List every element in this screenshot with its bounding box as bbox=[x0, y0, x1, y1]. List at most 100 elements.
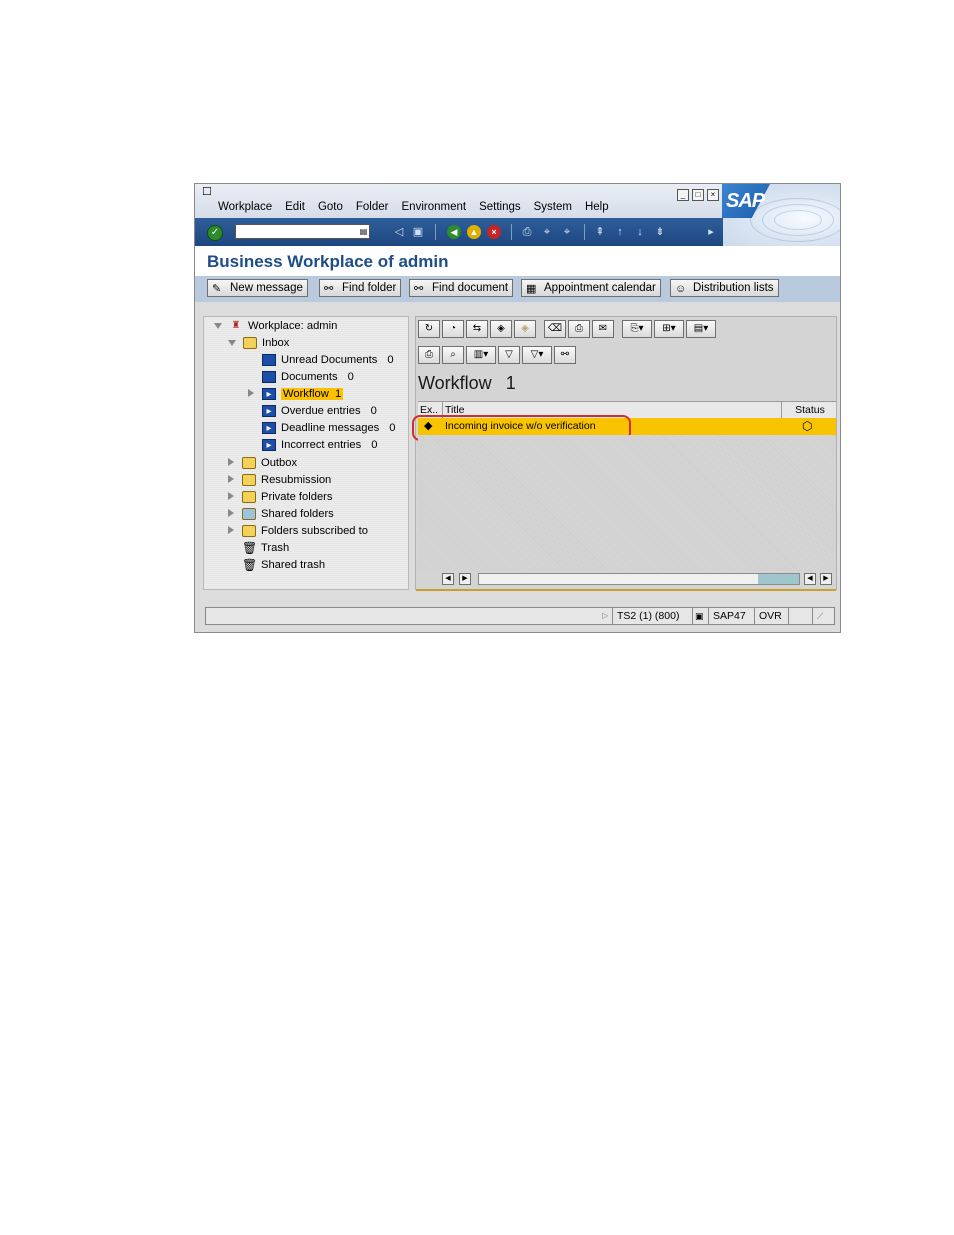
menu-settings[interactable]: Settings bbox=[479, 201, 521, 213]
execute-icon[interactable]: ◔ bbox=[442, 320, 464, 338]
save-icon[interactable]: ▣ bbox=[411, 225, 425, 239]
sap-logo: SAP bbox=[722, 184, 840, 246]
tree-item-documents[interactable]: Documents 0 bbox=[262, 369, 354, 385]
menu-workplace[interactable]: Workplace bbox=[218, 201, 272, 213]
display-object-icon[interactable]: ◈ bbox=[490, 320, 512, 338]
menu-environment[interactable]: Environment bbox=[402, 201, 467, 213]
back-icon[interactable]: ◀ bbox=[447, 225, 461, 239]
find-icon[interactable]: ⌖ bbox=[540, 225, 554, 239]
layout-menu-icon[interactable]: ▤▾ bbox=[686, 320, 716, 338]
content-area: ♜ Workplace: admin Inbox Unread Documents… bbox=[195, 302, 840, 602]
layout-menu-icon[interactable]: ▸ bbox=[704, 225, 718, 239]
next-page-icon[interactable]: ↓ bbox=[633, 225, 647, 239]
folder-icon bbox=[242, 491, 256, 504]
exit-icon[interactable]: ▲ bbox=[467, 225, 481, 239]
tree-item-inbox[interactable]: Inbox bbox=[228, 335, 289, 351]
columns-menu-icon[interactable]: ▥▾ bbox=[466, 346, 496, 364]
command-history-icon[interactable]: ▤ bbox=[359, 226, 368, 237]
tree-root[interactable]: ♜ Workplace: admin bbox=[214, 318, 337, 334]
status-bar-fields: ▷ TS2 (1) (800) ▣ SAP47 OVR ⟋ bbox=[205, 607, 835, 625]
find-icon[interactable]: ⚯ bbox=[554, 346, 576, 364]
scroll-track[interactable] bbox=[478, 573, 800, 585]
scroll-thumb[interactable] bbox=[758, 574, 799, 584]
expand-icon[interactable] bbox=[228, 526, 234, 534]
tree-item-shared-folders[interactable]: Shared folders bbox=[228, 506, 334, 522]
workflow-icon: ▸ bbox=[262, 388, 276, 401]
details-icon[interactable]: ⌕ bbox=[442, 346, 464, 364]
list-pane: ↻ ◔ ⇆ ◈ ◈ ⌫ ⎙ ✉ ⎘▾ ⊞▾ ▤▾ ⎙ ⌕ ▥▾ ▽ ▽▾ ⚯ W… bbox=[412, 316, 837, 591]
binoculars-icon: ⚯ bbox=[324, 283, 334, 295]
appointment-calendar-button[interactable]: ▦ Appointment calendar bbox=[521, 279, 661, 297]
workflow-selected-label: Workflow 1 bbox=[281, 388, 344, 400]
horizontal-scrollbar[interactable]: ◀ ▶ ◀ ▶ bbox=[442, 573, 836, 587]
find-next-icon[interactable]: ⌖ bbox=[560, 225, 574, 239]
add-menu-icon[interactable]: ⊞▾ bbox=[654, 320, 684, 338]
tree-item-resubmission[interactable]: Resubmission bbox=[228, 472, 331, 488]
entry-icon: ▸ bbox=[262, 422, 276, 435]
maximize-icon[interactable]: □ bbox=[692, 189, 704, 201]
back-arrow-icon[interactable]: ◁ bbox=[392, 225, 406, 239]
forward-icon[interactable]: ⇆ bbox=[466, 320, 488, 338]
tree-item-incorrect-entries[interactable]: ▸ Incorrect entries 0 bbox=[262, 437, 377, 453]
tree-item-shared-trash[interactable]: 🗑 Shared trash bbox=[242, 557, 325, 573]
expand-icon[interactable] bbox=[228, 475, 234, 483]
new-message-button[interactable]: ✎ New message bbox=[207, 279, 308, 297]
menu-goto[interactable]: Goto bbox=[318, 201, 343, 213]
expand-icon[interactable] bbox=[228, 509, 234, 517]
tree-item-trash[interactable]: 🗑 Trash bbox=[242, 540, 289, 556]
distribution-lists-button[interactable]: ☺ Distribution lists bbox=[670, 279, 779, 297]
find-folder-button[interactable]: ⚯ Find folder bbox=[319, 279, 402, 297]
cancel-icon[interactable]: × bbox=[487, 225, 501, 239]
menu-edit[interactable]: Edit bbox=[285, 201, 305, 213]
tree-item-workflow[interactable]: ▸ Workflow 1 bbox=[248, 386, 344, 402]
tree-item-outbox[interactable]: Outbox bbox=[228, 455, 297, 471]
system-menu-icon[interactable]: ☐ bbox=[202, 187, 214, 198]
print-icon[interactable]: ⎙ bbox=[520, 225, 534, 239]
copy-menu-icon[interactable]: ⎘▾ bbox=[622, 320, 652, 338]
filter-icon[interactable]: ▽ bbox=[498, 346, 520, 364]
shared-folder-icon bbox=[242, 508, 256, 521]
tree-item-unread-documents[interactable]: Unread Documents 0 bbox=[262, 352, 394, 368]
splitter-bar[interactable] bbox=[416, 589, 836, 591]
tree-item-overdue-entries[interactable]: ▸ Overdue entries 0 bbox=[262, 403, 377, 419]
scroll-left-icon[interactable]: ◀ bbox=[442, 573, 454, 585]
last-page-icon[interactable]: ⇟ bbox=[653, 225, 667, 239]
document-icon bbox=[262, 354, 276, 367]
status-details-icon[interactable]: ▣ bbox=[692, 608, 706, 624]
sap-window: ☐ Workplace Edit Goto Folder Environment… bbox=[194, 183, 841, 633]
first-page-icon[interactable]: ⇞ bbox=[593, 225, 607, 239]
list-title: Workflow 1 bbox=[418, 373, 516, 393]
collapse-icon[interactable] bbox=[228, 340, 236, 346]
minimize-icon[interactable]: _ bbox=[677, 189, 689, 201]
resize-grip-icon[interactable]: ⟋ bbox=[812, 608, 834, 624]
tree-item-deadline-messages[interactable]: ▸ Deadline messages 0 bbox=[262, 420, 396, 436]
refresh-icon[interactable]: ↻ bbox=[418, 320, 440, 338]
attachment-icon[interactable]: ✉ bbox=[592, 320, 614, 338]
tree-item-folders-subscribed[interactable]: Folders subscribed to bbox=[228, 523, 368, 539]
previous-page-icon[interactable]: ↑ bbox=[613, 225, 627, 239]
column-header-status[interactable]: Status bbox=[782, 402, 836, 418]
collapse-icon[interactable] bbox=[214, 323, 222, 329]
window-controls: _ □ × bbox=[677, 189, 719, 201]
grid-empty-area bbox=[418, 435, 836, 571]
expand-icon[interactable] bbox=[248, 389, 254, 397]
menu-folder[interactable]: Folder bbox=[356, 201, 389, 213]
command-field[interactable]: ▤ bbox=[235, 224, 370, 239]
print-list-icon[interactable]: ⎙ bbox=[568, 320, 590, 338]
menu-system[interactable]: System bbox=[534, 201, 572, 213]
close-icon[interactable]: × bbox=[707, 189, 719, 201]
expand-icon[interactable] bbox=[228, 492, 234, 500]
expand-icon[interactable] bbox=[228, 458, 234, 466]
tree-item-private-folders[interactable]: Private folders bbox=[228, 489, 333, 505]
menu-help[interactable]: Help bbox=[585, 201, 609, 213]
status-expand-icon[interactable]: ▷ bbox=[598, 608, 612, 624]
filter-menu-icon[interactable]: ▽▾ bbox=[522, 346, 552, 364]
page-title: Business Workplace of admin bbox=[207, 252, 449, 271]
scroll-right-icon[interactable]: ▶ bbox=[820, 573, 832, 585]
scroll-left-icon[interactable]: ◀ bbox=[804, 573, 816, 585]
delete-icon[interactable]: ⌫ bbox=[544, 320, 566, 338]
scroll-right-icon[interactable]: ▶ bbox=[459, 573, 471, 585]
find-document-button[interactable]: ⚯ Find document bbox=[409, 279, 514, 297]
print-icon[interactable]: ⎙ bbox=[418, 346, 440, 364]
enter-check-icon[interactable]: ✓ bbox=[207, 225, 223, 241]
